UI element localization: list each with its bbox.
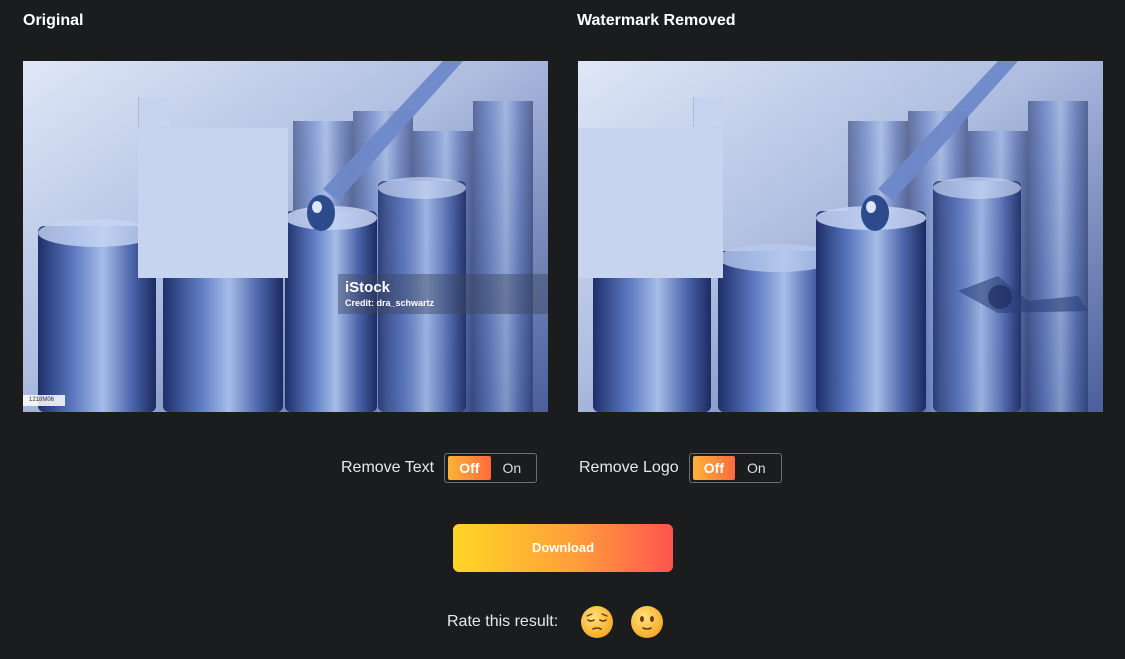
remove-logo-toggle[interactable]: Off On [688, 453, 782, 483]
watermark-patch-small [693, 97, 724, 127]
remove-text-on-option[interactable]: On [491, 456, 534, 480]
remove-text-toggle[interactable]: Off On [444, 453, 538, 483]
remove-text-off-option[interactable]: Off [448, 456, 491, 480]
neutral-smile-face-icon[interactable] [630, 605, 664, 639]
watermark-patch-small [138, 97, 169, 127]
rating-label: Rate this result: [447, 613, 559, 630]
remove-logo-label: Remove Logo [579, 459, 679, 476]
rating-row: Rate this result: [447, 604, 680, 640]
download-button[interactable]: Download [453, 524, 673, 572]
istock-watermark-logo: iStock [345, 279, 391, 296]
original-title: Original [23, 12, 84, 29]
relieved-face-icon[interactable] [580, 605, 614, 639]
watermark-patch-large [138, 128, 288, 278]
image-id-tag: 1218M06 [23, 395, 65, 406]
watermark-removed-title: Watermark Removed [577, 12, 736, 29]
watermark-removed-image [578, 61, 1103, 412]
watermark-patch-large [578, 128, 723, 278]
remove-text-control: Remove Text Off On [341, 452, 538, 484]
remove-logo-on-option[interactable]: On [735, 456, 778, 480]
remove-text-label: Remove Text [341, 459, 435, 476]
remove-logo-off-option[interactable]: Off [692, 456, 736, 480]
remove-logo-control: Remove Logo Off On [579, 452, 782, 484]
original-image: iStock Credit: dra_schwartz 1218M06 [23, 61, 548, 412]
istock-watermark-credit: Credit: dra_schwartz [345, 298, 435, 308]
